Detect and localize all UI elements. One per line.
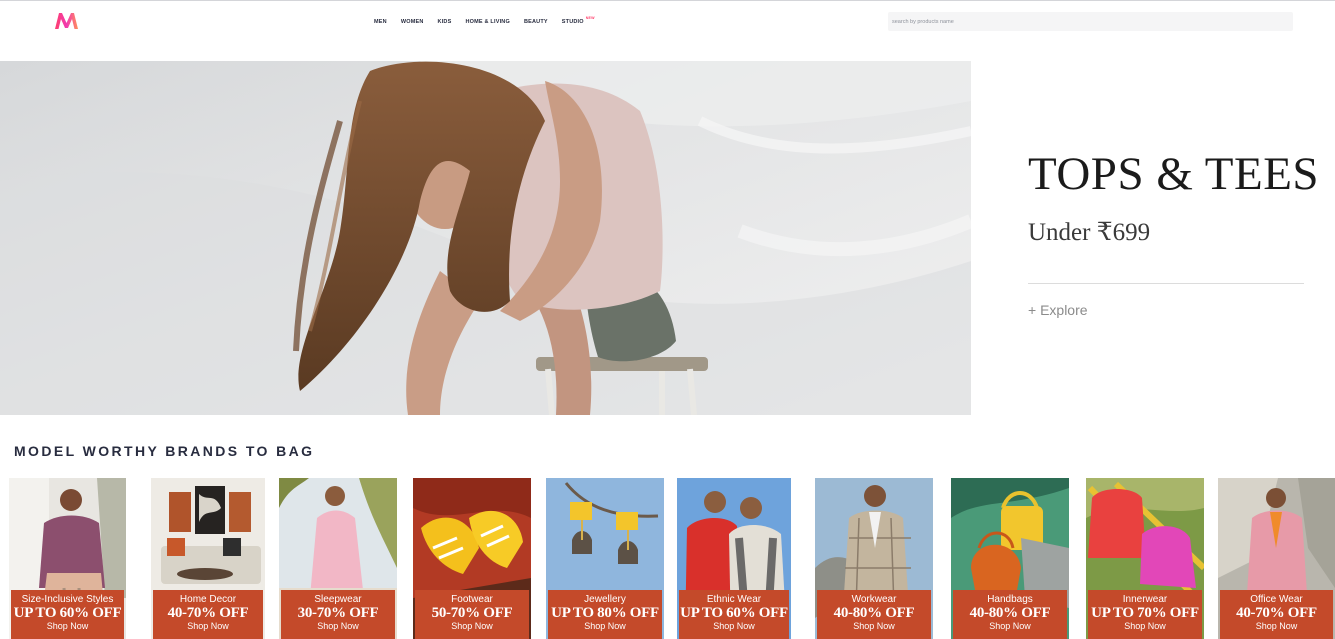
card-offer: 40-80% OFF	[833, 605, 915, 621]
brand-card-sleepwear[interactable]: Sleepwear 30-70% OFF Shop Now	[279, 478, 397, 639]
brand-card-workwear[interactable]: Workwear 40-80% OFF Shop Now	[815, 478, 933, 639]
hero-text-panel: TOPS & TEES Under ₹699 + Explore	[1028, 61, 1319, 415]
card-category: Handbags	[987, 594, 1033, 605]
card-offer: 40-70% OFF	[1236, 605, 1317, 621]
card-offer: UP TO 70% OFF	[1091, 605, 1199, 621]
card-label: Handbags 40-80% OFF Shop Now	[953, 590, 1067, 639]
shop-now-link[interactable]: Shop Now	[153, 621, 263, 632]
card-label: Ethnic Wear UP TO 60% OFF Shop Now	[679, 590, 789, 639]
site-header: MEN WOMEN KIDS HOME & LIVING BEAUTY STUD…	[0, 1, 1335, 41]
card-category: Sleepwear	[314, 594, 362, 605]
nav-women[interactable]: WOMEN	[401, 19, 424, 25]
card-label: Jewellery UP TO 80% OFF Shop Now	[548, 590, 662, 639]
card-label: Footwear 50-70% OFF Shop Now	[415, 590, 529, 639]
card-category: Office Wear	[1250, 594, 1303, 605]
hero-divider	[1028, 283, 1304, 284]
nav-men[interactable]: MEN	[374, 19, 387, 25]
card-offer: UP TO 60% OFF	[13, 605, 122, 621]
card-label: Workwear 40-80% OFF Shop Now	[817, 590, 931, 639]
brand-card-home-decor[interactable]: Home Decor 40-70% OFF Shop Now	[151, 478, 265, 639]
card-category: Home Decor	[179, 594, 237, 605]
card-label: Office Wear 40-70% OFF Shop Now	[1220, 590, 1333, 639]
shop-now-link[interactable]: Shop Now	[953, 621, 1067, 632]
explore-link[interactable]: + Explore	[1028, 302, 1088, 318]
hero-banner-image[interactable]	[0, 61, 971, 415]
card-offer: 40-70% OFF	[167, 605, 249, 621]
brand-card-jewellery[interactable]: Jewellery UP TO 80% OFF Shop Now	[546, 478, 664, 639]
card-label: Size-Inclusive Styles UP TO 60% OFF Shop…	[11, 590, 124, 639]
nav-studio[interactable]: STUDIO NEW	[561, 16, 595, 25]
card-category: Footwear	[451, 594, 493, 605]
card-category: Workwear	[851, 594, 897, 605]
card-offer: 40-80% OFF	[969, 605, 1051, 621]
nav-studio-label: STUDIO	[561, 19, 584, 25]
card-offer: UP TO 80% OFF	[551, 605, 659, 621]
shop-now-link[interactable]: Shop Now	[11, 621, 124, 632]
main-nav: MEN WOMEN KIDS HOME & LIVING BEAUTY STUD…	[374, 16, 598, 28]
card-offer: UP TO 60% OFF	[680, 605, 788, 621]
shop-now-link[interactable]: Shop Now	[548, 621, 662, 632]
hero-title: TOPS & TEES	[1028, 148, 1320, 200]
brand-card-size-inclusive[interactable]: Size-Inclusive Styles UP TO 60% OFF Shop…	[9, 478, 126, 639]
shop-now-link[interactable]: Shop Now	[415, 621, 529, 632]
brand-card-footwear[interactable]: Footwear 50-70% OFF Shop Now	[413, 478, 531, 639]
brand-card-ethnic-wear[interactable]: Ethnic Wear UP TO 60% OFF Shop Now	[677, 478, 791, 639]
hero-subtitle: Under ₹699	[1028, 219, 1151, 246]
brand-card-innerwear[interactable]: Innerwear UP TO 70% OFF Shop Now	[1086, 478, 1204, 639]
shop-now-link[interactable]: Shop Now	[281, 621, 395, 632]
new-badge: NEW	[585, 16, 595, 20]
brand-card-office-wear[interactable]: Office Wear 40-70% OFF Shop Now	[1218, 478, 1335, 639]
card-label: Home Decor 40-70% OFF Shop Now	[153, 590, 263, 639]
card-offer: 30-70% OFF	[297, 605, 379, 621]
nav-home-living[interactable]: HOME & LIVING	[465, 19, 509, 25]
section-title: MODEL WORTHY BRANDS TO BAG	[14, 443, 315, 459]
card-category: Innerwear	[1122, 594, 1168, 605]
shop-now-link[interactable]: Shop Now	[1088, 621, 1202, 632]
brand-card-handbags[interactable]: Handbags 40-80% OFF Shop Now	[951, 478, 1069, 639]
nav-kids[interactable]: KIDS	[438, 19, 452, 25]
card-category: Ethnic Wear	[706, 594, 762, 605]
card-label: Innerwear UP TO 70% OFF Shop Now	[1088, 590, 1202, 639]
hero-photo	[0, 61, 971, 415]
card-category: Size-Inclusive Styles	[21, 594, 114, 605]
card-category: Jewellery	[584, 594, 626, 605]
shop-now-link[interactable]: Shop Now	[679, 621, 789, 632]
myntra-logo-icon[interactable]	[53, 11, 80, 31]
shop-now-link[interactable]: Shop Now	[1220, 621, 1333, 632]
shop-now-link[interactable]: Shop Now	[817, 621, 931, 632]
search-input[interactable]	[888, 12, 1293, 31]
card-label: Sleepwear 30-70% OFF Shop Now	[281, 590, 395, 639]
nav-beauty[interactable]: BEAUTY	[524, 19, 548, 25]
card-offer: 50-70% OFF	[431, 605, 513, 621]
